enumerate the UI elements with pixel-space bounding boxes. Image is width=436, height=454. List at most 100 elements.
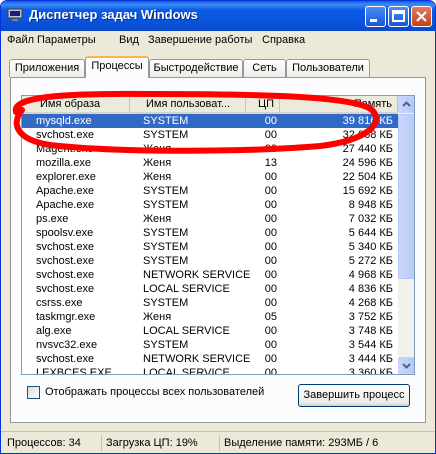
- end-process-button[interactable]: Завершить процесс: [298, 384, 410, 407]
- close-icon[interactable]: [411, 6, 432, 27]
- cell-user-name: LOCAL SERVICE: [143, 325, 230, 337]
- scroll-up-button[interactable]: [398, 96, 414, 113]
- cell-image-name: Magent.exe: [36, 143, 94, 155]
- cell-user-name: SYSTEM: [143, 241, 189, 253]
- status-bar: Процессов: 34 Загрузка ЦП: 19% Выделение…: [1, 431, 435, 453]
- cell-image-name: svchost.exe: [36, 269, 95, 281]
- cell-image-name: Apache.exe: [36, 185, 95, 197]
- tab-label: Сеть: [252, 62, 277, 74]
- tab-label: Процессы: [91, 60, 143, 72]
- table-row[interactable]: alg.exe LOCAL SERVICE 00 3 748 КБ: [22, 324, 398, 338]
- cell-memory: 4 268 КБ: [348, 297, 393, 309]
- cell-image-name: taskmgr.exe: [36, 311, 96, 323]
- menu-label: Вид: [119, 34, 139, 46]
- menu-label: Файл: [7, 34, 35, 46]
- cell-memory: 3 748 КБ: [348, 325, 393, 337]
- process-list[interactable]: Имя образа Имя пользоват... ЦП Память my…: [21, 95, 415, 375]
- column-cpu[interactable]: ЦП: [246, 96, 280, 112]
- table-row[interactable]: svchost.exe SYSTEM 00 32 068 КБ: [22, 128, 398, 142]
- tab-network[interactable]: Сеть: [243, 59, 286, 77]
- column-label: Память: [353, 98, 392, 110]
- table-row[interactable]: explorer.exe Женя 00 22 504 КБ: [22, 170, 398, 184]
- menu-file[interactable]: Файл: [7, 34, 34, 46]
- cell-cpu: 00: [264, 213, 277, 225]
- cell-memory: 4 968 КБ: [348, 269, 393, 281]
- column-label: Имя пользоват...: [146, 98, 231, 110]
- column-memory[interactable]: Память: [280, 96, 398, 112]
- maximize-icon[interactable]: [388, 6, 409, 27]
- cell-memory: 24 596 КБ: [342, 157, 393, 169]
- table-row[interactable]: Apache.exe SYSTEM 00 15 692 КБ: [22, 184, 398, 198]
- title-bar[interactable]: Диспетчер задач Windows: [1, 1, 435, 31]
- cell-cpu: 00: [264, 241, 277, 253]
- table-row[interactable]: mysqld.exe SYSTEM 00 39 816 КБ: [22, 114, 398, 128]
- column-label: ЦП: [257, 98, 274, 110]
- cell-memory: 3 444 КБ: [348, 353, 393, 365]
- table-row[interactable]: mozilla.exe Женя 13 24 596 КБ: [22, 156, 398, 170]
- table-row[interactable]: ps.exe Женя 00 7 032 КБ: [22, 212, 398, 226]
- table-row[interactable]: svchost.exe SYSTEM 00 5 272 КБ: [22, 254, 398, 268]
- cell-user-name: SYSTEM: [143, 227, 189, 239]
- cell-image-name: alg.exe: [36, 325, 72, 337]
- cell-user-name: Женя: [143, 213, 172, 225]
- show-all-processes-checkbox[interactable]: [27, 386, 40, 399]
- minimize-icon[interactable]: [365, 6, 386, 27]
- table-row[interactable]: Apache.exe SYSTEM 00 8 948 КБ: [22, 198, 398, 212]
- table-row[interactable]: svchost.exe LOCAL SERVICE 00 4 836 КБ: [22, 282, 398, 296]
- table-row[interactable]: Magent.exe Женя 00 27 440 КБ: [22, 142, 398, 156]
- cell-cpu: 00: [264, 227, 277, 239]
- cell-image-name: spoolsv.exe: [36, 227, 94, 239]
- cell-user-name: Женя: [143, 143, 172, 155]
- cell-user-name: Женя: [143, 171, 172, 183]
- tab-performance[interactable]: Быстродействие: [149, 59, 243, 77]
- scroll-down-button[interactable]: [398, 357, 414, 374]
- cell-image-name: svchost.exe: [36, 353, 95, 365]
- table-row[interactable]: taskmgr.exe Женя 05 3 752 КБ: [22, 310, 398, 324]
- tab-applications[interactable]: Приложения: [9, 59, 85, 77]
- cell-user-name: Женя: [143, 157, 172, 169]
- tab-label: Быстродействие: [153, 62, 239, 74]
- table-row[interactable]: LEXBCES.EXE LOCAL SERVICE 00 3 360 КБ: [22, 366, 398, 375]
- cell-user-name: SYSTEM: [143, 339, 189, 351]
- cell-memory: 3 544 КБ: [348, 339, 393, 351]
- cell-image-name: LEXBCES.EXE: [36, 367, 112, 375]
- status-processes: Процессов: 34: [7, 437, 81, 449]
- cell-memory: 15 692 КБ: [342, 185, 393, 197]
- cell-cpu: 00: [264, 353, 277, 365]
- cell-image-name: explorer.exe: [36, 171, 96, 183]
- cell-cpu: 00: [264, 339, 277, 351]
- cell-image-name: ps.exe: [36, 213, 69, 225]
- tab-users[interactable]: Пользователи: [286, 59, 370, 77]
- column-user-name[interactable]: Имя пользоват...: [130, 96, 246, 112]
- cell-image-name: Apache.exe: [36, 199, 95, 211]
- menu-options[interactable]: Параметры: [37, 34, 96, 46]
- table-row[interactable]: svchost.exe SYSTEM 00 5 340 КБ: [22, 240, 398, 254]
- cell-cpu: 00: [264, 367, 277, 375]
- cell-image-name: nvsvc32.exe: [36, 339, 98, 351]
- column-image-name[interactable]: Имя образа: [22, 96, 130, 112]
- table-row[interactable]: svchost.exe NETWORK SERVICE 00 4 968 КБ: [22, 268, 398, 282]
- cell-user-name: SYSTEM: [143, 185, 189, 197]
- task-manager-icon: [7, 8, 23, 21]
- menu-view[interactable]: Вид: [119, 34, 139, 46]
- table-row[interactable]: spoolsv.exe SYSTEM 00 5 644 КБ: [22, 226, 398, 240]
- cell-image-name: svchost.exe: [36, 283, 95, 295]
- table-row[interactable]: csrss.exe SYSTEM 00 4 268 КБ: [22, 296, 398, 310]
- scroll-thumb[interactable]: [398, 114, 414, 279]
- table-row[interactable]: svchost.exe NETWORK SERVICE 00 3 444 КБ: [22, 352, 398, 366]
- tab-processes[interactable]: Процессы: [85, 56, 149, 78]
- cell-image-name: mozilla.exe: [36, 157, 92, 169]
- vertical-scrollbar[interactable]: [398, 96, 414, 374]
- menu-label: Завершение работы: [148, 34, 253, 46]
- cell-memory: 7 032 КБ: [348, 213, 393, 225]
- menu-help[interactable]: Справка: [262, 34, 305, 46]
- tab-label: Пользователи: [292, 62, 364, 74]
- show-all-processes-label: Отображать процессы всех пользователей: [45, 386, 265, 398]
- menu-shutdown[interactable]: Завершение работы: [148, 34, 252, 46]
- cell-cpu: 00: [264, 269, 277, 281]
- cell-image-name: svchost.exe: [36, 255, 95, 267]
- tab-label: Приложения: [14, 62, 80, 74]
- table-row[interactable]: nvsvc32.exe SYSTEM 00 3 544 КБ: [22, 338, 398, 352]
- cell-cpu: 00: [264, 143, 277, 155]
- cell-image-name: svchost.exe: [36, 241, 95, 253]
